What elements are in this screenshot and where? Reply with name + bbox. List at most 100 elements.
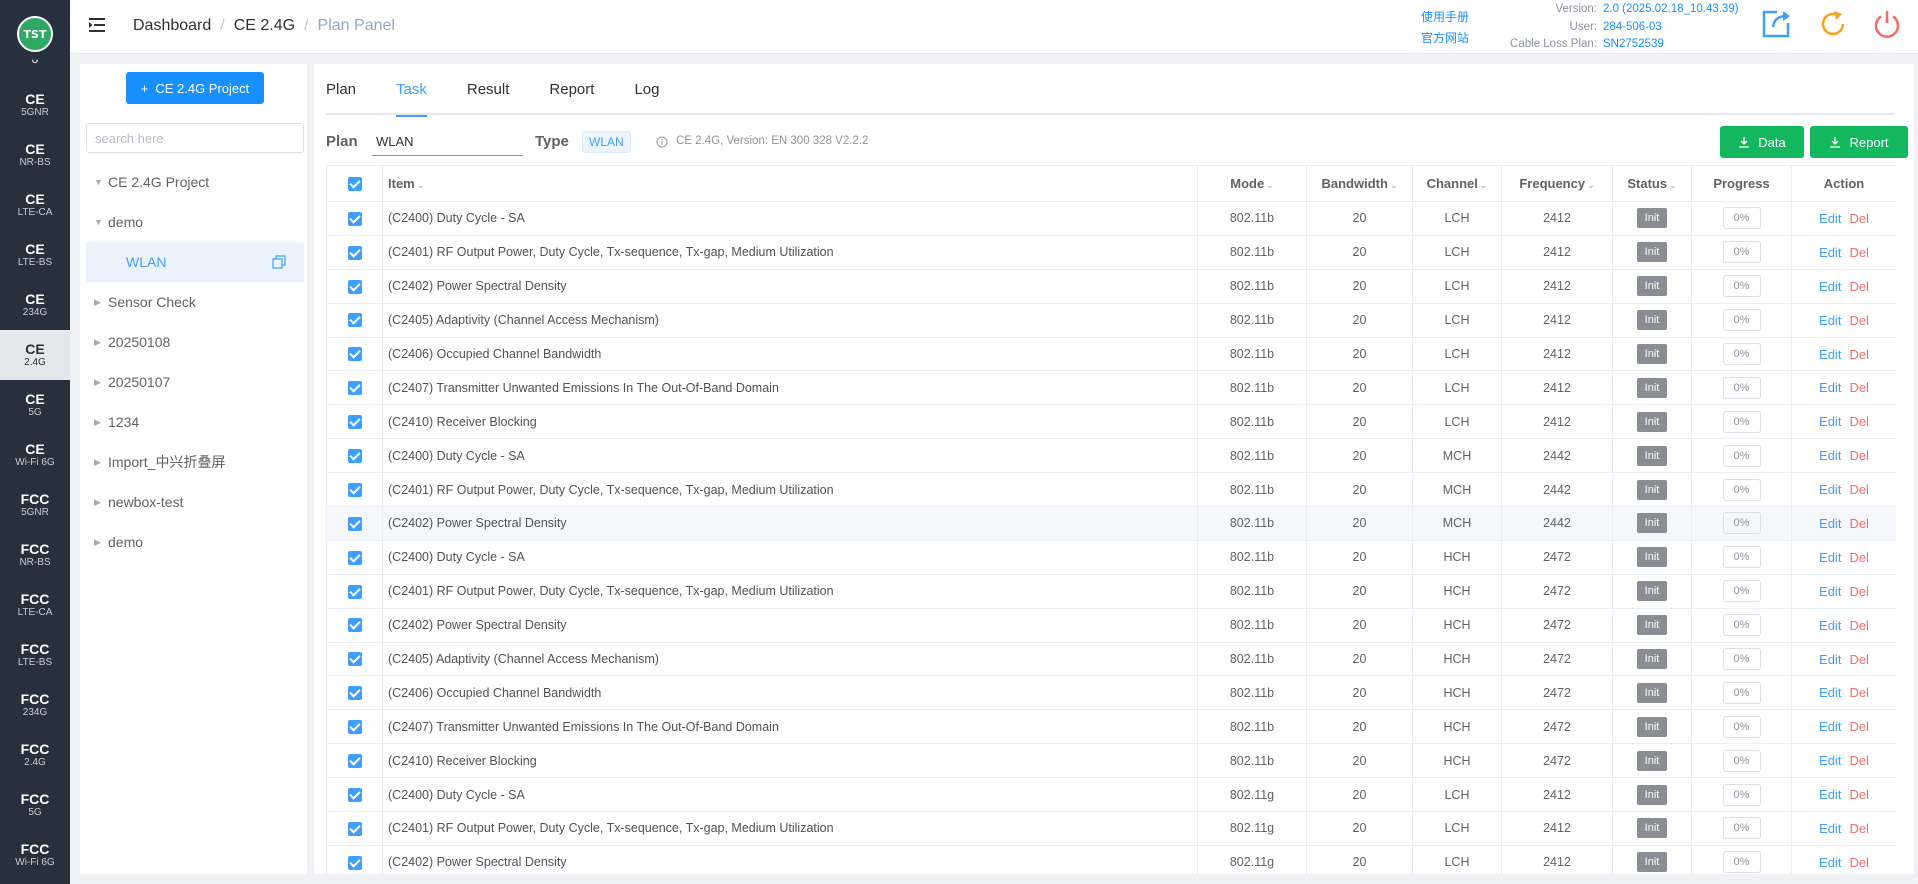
tab-result[interactable]: Result bbox=[467, 64, 510, 115]
caret-down-icon[interactable]: ▼ bbox=[86, 217, 108, 227]
tree-node[interactable]: ▼ demo bbox=[86, 202, 304, 242]
refresh-icon[interactable] bbox=[1817, 8, 1849, 40]
tree-node[interactable]: ▶ Import_中兴折叠屏 bbox=[86, 442, 304, 482]
tree-node[interactable]: ▼ CE 2.4G Project bbox=[86, 162, 304, 202]
edit-link[interactable]: Edit bbox=[1819, 414, 1841, 429]
edit-link[interactable]: Edit bbox=[1819, 787, 1841, 802]
rail-item-ce-234g[interactable]: CE 234G bbox=[0, 280, 70, 330]
delete-link[interactable]: Del bbox=[1849, 516, 1869, 531]
export-icon[interactable] bbox=[1760, 8, 1792, 40]
table-row[interactable]: (C2406) Occupied Channel Bandwidth 802.11… bbox=[326, 675, 1896, 711]
caret-right-icon[interactable]: ▶ bbox=[86, 497, 108, 508]
delete-link[interactable]: Del bbox=[1849, 414, 1869, 429]
cable-loss-value[interactable]: SN2752539 bbox=[1603, 36, 1664, 54]
table-row[interactable]: (C2406) Occupied Channel Bandwidth 802.11… bbox=[326, 337, 1896, 372]
tree-search-input[interactable] bbox=[86, 123, 304, 153]
table-row[interactable]: (C2410) Receiver Blocking 802.11b 20 HCH 247… bbox=[326, 743, 1896, 779]
col-mode[interactable]: Mode ⌄ bbox=[1197, 165, 1307, 202]
caret-down-icon[interactable]: ▼ bbox=[86, 177, 108, 187]
delete-link[interactable]: Del bbox=[1849, 787, 1869, 802]
delete-link[interactable]: Del bbox=[1849, 685, 1869, 700]
col-channel[interactable]: Channel ⌄ bbox=[1412, 165, 1502, 202]
table-row[interactable]: (C2401) RF Output Power, Duty Cycle, Tx-… bbox=[326, 811, 1896, 846]
caret-right-icon[interactable]: ▶ bbox=[86, 337, 108, 348]
delete-link[interactable]: Del bbox=[1849, 279, 1869, 294]
caret-right-icon[interactable]: ▶ bbox=[86, 457, 108, 468]
delete-link[interactable]: Del bbox=[1849, 652, 1869, 667]
edit-link[interactable]: Edit bbox=[1819, 380, 1841, 395]
row-checkbox[interactable] bbox=[347, 618, 362, 633]
delete-link[interactable]: Del bbox=[1849, 821, 1869, 836]
row-checkbox[interactable] bbox=[347, 720, 362, 735]
select-all-checkbox[interactable] bbox=[347, 177, 362, 192]
delete-link[interactable]: Del bbox=[1849, 550, 1869, 565]
edit-link[interactable]: Edit bbox=[1819, 550, 1841, 565]
caret-right-icon[interactable]: ▶ bbox=[86, 297, 108, 308]
user-manual-link[interactable]: 使用手册 bbox=[1419, 7, 1469, 28]
delete-link[interactable]: Del bbox=[1849, 448, 1869, 463]
row-checkbox[interactable] bbox=[347, 686, 362, 701]
caret-right-icon[interactable]: ▶ bbox=[86, 377, 108, 388]
edit-link[interactable]: Edit bbox=[1819, 753, 1841, 768]
row-checkbox[interactable] bbox=[347, 652, 362, 667]
tree-node[interactable]: ▶ newbox-test bbox=[86, 482, 304, 522]
rail-item-fcc-lte-ca[interactable]: FCC LTE-CA bbox=[0, 580, 70, 630]
rail-item-fcc-2-4g[interactable]: FCC 2.4G bbox=[0, 730, 70, 780]
caret-right-icon[interactable]: ▶ bbox=[86, 417, 108, 428]
table-row[interactable]: (C2402) Power Spectral Density 802.11b 20 H… bbox=[326, 608, 1896, 643]
table-row[interactable]: (C2407) Transmitter Unwanted Emissions I… bbox=[326, 370, 1896, 406]
table-row[interactable]: (C2400) Duty Cycle - SA 802.11b 20 LCH 2412 I… bbox=[326, 201, 1896, 236]
table-row[interactable]: (C2401) RF Output Power, Duty Cycle, Tx-… bbox=[326, 574, 1896, 609]
official-site-link[interactable]: 官方网站 bbox=[1419, 28, 1469, 49]
col-frequency[interactable]: Frequency ⌄ bbox=[1501, 165, 1613, 202]
delete-link[interactable]: Del bbox=[1849, 211, 1869, 226]
col-bandwidth[interactable]: Bandwidth ⌄ bbox=[1306, 165, 1413, 202]
row-checkbox[interactable] bbox=[347, 347, 362, 362]
caret-right-icon[interactable]: ▶ bbox=[86, 537, 108, 548]
table-row[interactable]: (C2405) Adaptivity (Channel Access Mecha… bbox=[326, 642, 1896, 677]
power-icon[interactable] bbox=[1871, 8, 1903, 40]
table-row[interactable]: (C2410) Receiver Blocking 802.11b 20 LCH 241… bbox=[326, 404, 1896, 440]
table-row[interactable]: (C2400) Duty Cycle - SA 802.11b 20 MCH 2442 I… bbox=[326, 438, 1896, 474]
row-checkbox[interactable] bbox=[347, 415, 362, 430]
delete-link[interactable]: Del bbox=[1849, 753, 1869, 768]
row-checkbox[interactable] bbox=[347, 313, 362, 328]
row-checkbox[interactable] bbox=[347, 787, 362, 802]
report-download-button[interactable]: Report bbox=[1810, 126, 1908, 158]
row-checkbox[interactable] bbox=[347, 245, 362, 260]
edit-link[interactable]: Edit bbox=[1819, 448, 1841, 463]
table-row[interactable]: (C2402) Power Spectral Density 802.11b 20 M… bbox=[326, 506, 1896, 541]
data-download-button[interactable]: Data bbox=[1720, 126, 1804, 158]
plan-input[interactable] bbox=[372, 128, 523, 156]
table-row[interactable]: (C2402) Power Spectral Density 802.11b 20 L… bbox=[326, 269, 1896, 304]
table-row[interactable]: (C2401) RF Output Power, Duty Cycle, Tx-… bbox=[326, 472, 1896, 508]
delete-link[interactable]: Del bbox=[1849, 245, 1869, 260]
tree-node[interactable]: ▶ demo bbox=[86, 522, 304, 562]
row-checkbox[interactable] bbox=[347, 855, 362, 870]
row-checkbox[interactable] bbox=[347, 754, 362, 769]
tree-node[interactable]: WLAN bbox=[86, 242, 304, 282]
delete-link[interactable]: Del bbox=[1849, 313, 1869, 328]
tree-node[interactable]: ▶ 1234 bbox=[86, 402, 304, 442]
rail-item-fcc-wi-fi-6g[interactable]: FCC Wi-Fi 6G bbox=[0, 830, 70, 880]
rail-item-ce-nr-bs[interactable]: CE NR-BS bbox=[0, 130, 70, 180]
col-item[interactable]: Item ⌄ bbox=[382, 165, 1198, 202]
rail-item-fcc-234g[interactable]: FCC 234G bbox=[0, 680, 70, 730]
row-checkbox[interactable] bbox=[347, 584, 362, 599]
row-checkbox[interactable] bbox=[347, 550, 362, 565]
rail-item-ce-wi-fi-6g[interactable]: CE Wi-Fi 6G bbox=[0, 430, 70, 480]
delete-link[interactable]: Del bbox=[1849, 855, 1869, 870]
rail-item-ce-5gnr[interactable]: CE 5GNR bbox=[0, 80, 70, 130]
edit-link[interactable]: Edit bbox=[1819, 245, 1841, 260]
table-row[interactable]: (C2402) Power Spectral Density 802.11g 20 L… bbox=[326, 845, 1896, 874]
rail-item-fcc-5gnr[interactable]: FCC 5GNR bbox=[0, 480, 70, 530]
table-row[interactable]: (C2400) Duty Cycle - SA 802.11g 20 LCH 2412 I… bbox=[326, 777, 1896, 813]
delete-link[interactable]: Del bbox=[1849, 482, 1869, 497]
rail-item-ce-5g[interactable]: CE 5G bbox=[0, 380, 70, 430]
edit-link[interactable]: Edit bbox=[1819, 313, 1841, 328]
edit-link[interactable]: Edit bbox=[1819, 652, 1841, 667]
table-row[interactable]: (C2407) Transmitter Unwanted Emissions I… bbox=[326, 709, 1896, 745]
table-row[interactable]: (C2400) Duty Cycle - SA 802.11b 20 HCH 2472 I… bbox=[326, 540, 1896, 575]
table-row[interactable]: (C2405) Adaptivity (Channel Access Mecha… bbox=[326, 303, 1896, 338]
rail-item-fcc-nr-bs[interactable]: FCC NR-BS bbox=[0, 530, 70, 580]
